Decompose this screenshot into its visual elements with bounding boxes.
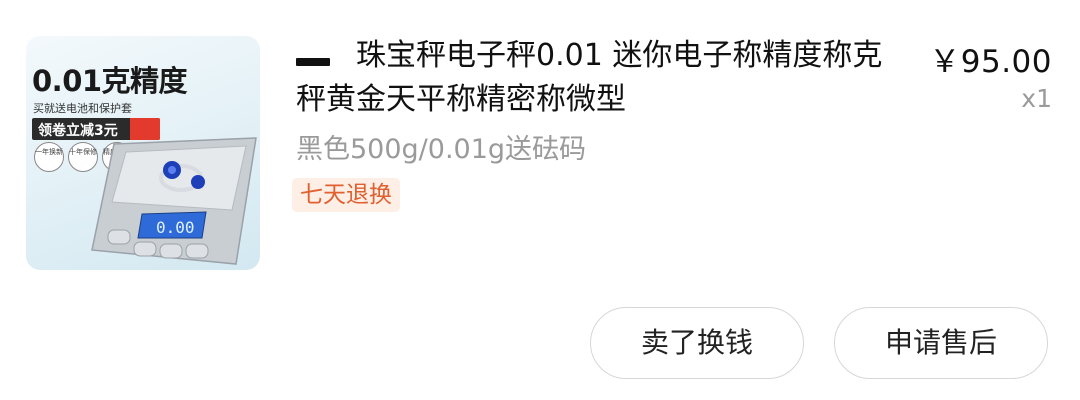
thumbnail-promo-subtitle: 买就送电池和保护套	[33, 102, 132, 115]
product-thumbnail[interactable]: 0.01克精度 买就送电池和保护套 领卷立减3元 一年换新 十年保修 精度利用 …	[26, 36, 260, 270]
digital-scale-illustration: 0.00	[91, 137, 257, 265]
order-item-card: 0.01克精度 买就送电池和保护套 领卷立减3元 一年换新 十年保修 精度利用 …	[0, 0, 1080, 400]
product-variant: 黑色500g/0.01g送砝码	[296, 134, 587, 165]
product-price: ￥95.00	[929, 44, 1052, 80]
product-quantity: x1	[1021, 84, 1052, 113]
thumbnail-promo-title: 0.01克精度	[32, 64, 188, 98]
sell-for-cash-button[interactable]: 卖了换钱	[590, 307, 804, 379]
product-title[interactable]: 珠宝秤电子秤0.01 迷你电子称精度称克秤黄金天平称精密称微型	[296, 34, 896, 122]
service-tag: 七天退换	[292, 178, 400, 212]
after-sales-button[interactable]: 申请售后	[834, 307, 1048, 379]
scale-display-value: 0.00	[156, 218, 195, 237]
thumbnail-perk-badge: 一年换新	[34, 142, 64, 172]
